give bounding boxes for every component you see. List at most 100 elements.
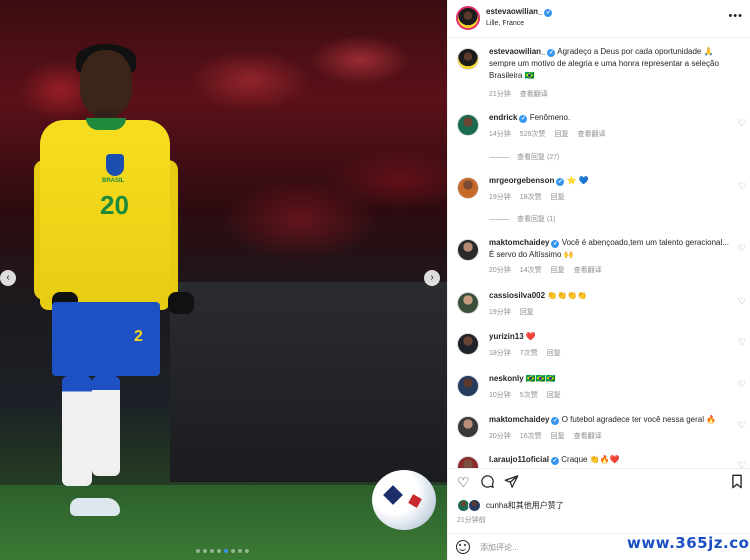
commenter-username[interactable]: cassiosilva002 bbox=[489, 291, 545, 300]
comment-time: 20分钟 bbox=[489, 267, 511, 274]
player-right-glove bbox=[168, 292, 194, 314]
view-replies-button[interactable]: 查看回复 (27) bbox=[489, 152, 559, 162]
commenter-username[interactable]: neskonly bbox=[489, 374, 524, 383]
commenter-avatar[interactable] bbox=[457, 456, 479, 468]
owner-avatar[interactable] bbox=[456, 6, 480, 30]
reply-button[interactable]: 回复 bbox=[547, 350, 561, 357]
carousel-dot bbox=[196, 549, 200, 553]
comment-meta: 18分钟 7次赞 回复 bbox=[489, 348, 570, 358]
verified-badge-icon: ✓ bbox=[551, 240, 560, 248]
comment-bubble-icon[interactable] bbox=[480, 474, 495, 492]
comment-text-block: neskonly 🇧🇷🇧🇷🇧🇷 bbox=[489, 373, 729, 385]
heart-icon[interactable]: ♡ bbox=[738, 118, 746, 129]
player-shorts bbox=[52, 302, 160, 376]
chevron-left-icon[interactable]: ‹ bbox=[0, 270, 16, 286]
commenter-username[interactable]: endrick bbox=[489, 113, 517, 122]
shirt-brand-text: BRASIL bbox=[102, 178, 125, 184]
commenter-username[interactable]: maktomchaidey bbox=[489, 415, 549, 424]
reply-button[interactable]: 回复 bbox=[520, 309, 534, 316]
carousel-dot bbox=[245, 549, 249, 553]
commenter-avatar[interactable] bbox=[457, 375, 479, 397]
shirt-number: 20 bbox=[100, 190, 129, 220]
comment-likes[interactable]: 18次赞 bbox=[520, 194, 542, 201]
post-timestamp: 21分钟前 bbox=[457, 517, 486, 524]
verified-badge-icon: ✓ bbox=[556, 178, 565, 186]
commenter-avatar[interactable] bbox=[457, 177, 479, 199]
comment-meta: 19分钟 18次赞 回复 bbox=[489, 192, 574, 202]
likes-text[interactable]: cunha和其他用户赞了 bbox=[486, 500, 564, 511]
comment-text-block: yurizin13 ❤️ bbox=[489, 331, 729, 343]
post-header: estevaowilian_ ✓ Lille, France ••• bbox=[448, 0, 750, 38]
post-photo[interactable]: BRASIL 20 2 ‹ › bbox=[0, 0, 447, 560]
owner-username[interactable]: estevaowilian_ ✓ bbox=[486, 7, 553, 17]
heart-icon[interactable]: ♡ bbox=[738, 337, 746, 348]
heart-icon[interactable]: ♡ bbox=[457, 474, 470, 490]
owner-username-text[interactable]: estevaowilian_ bbox=[486, 7, 542, 16]
post-location[interactable]: Lille, France bbox=[486, 20, 524, 27]
carousel-dot bbox=[203, 549, 207, 553]
reply-button[interactable]: 回复 bbox=[551, 267, 565, 274]
comment-likes[interactable]: 7次赞 bbox=[520, 350, 538, 357]
carousel-dot bbox=[224, 549, 228, 553]
heart-icon[interactable]: ♡ bbox=[738, 243, 746, 254]
chevron-right-icon[interactable]: › bbox=[424, 270, 440, 286]
comment-text: O futebol agradece ter você nessa geral … bbox=[561, 415, 717, 424]
carousel-indicator bbox=[196, 549, 249, 553]
commenter-username[interactable]: maktomchaidey bbox=[489, 238, 549, 247]
commenter-username[interactable]: yurizin13 bbox=[489, 332, 524, 341]
caption-meta: 21分钟 查看翻译 bbox=[489, 89, 557, 99]
reply-button[interactable]: 回复 bbox=[551, 433, 565, 440]
comment-meta: 10分钟 5次赞 回复 bbox=[489, 390, 570, 400]
stadium-background bbox=[170, 282, 447, 482]
comment-likes[interactable]: 529次赞 bbox=[520, 131, 546, 138]
commenter-avatar[interactable] bbox=[457, 333, 479, 355]
heart-icon[interactable]: ♡ bbox=[738, 420, 746, 431]
reply-button[interactable]: 回复 bbox=[554, 131, 568, 138]
site-watermark: www.365jz.com bbox=[627, 534, 750, 552]
paper-plane-icon[interactable] bbox=[504, 474, 519, 492]
comment-text-block: endrick ✓ Fenômeno. bbox=[489, 112, 729, 124]
commenter-avatar[interactable] bbox=[457, 292, 479, 314]
heart-icon[interactable]: ♡ bbox=[738, 181, 746, 192]
shirt-collar bbox=[86, 118, 126, 130]
heart-icon[interactable]: ♡ bbox=[738, 379, 746, 390]
more-horizontal-icon[interactable]: ••• bbox=[728, 10, 743, 22]
translate-link[interactable]: 查看翻译 bbox=[574, 433, 602, 440]
caption-username[interactable]: estevaowilian_ bbox=[489, 47, 545, 56]
comment-likes[interactable]: 5次赞 bbox=[520, 392, 538, 399]
player-figure: BRASIL 20 2 bbox=[30, 40, 194, 520]
commenter-avatar[interactable] bbox=[457, 239, 479, 261]
reply-button[interactable]: 回复 bbox=[547, 392, 561, 399]
likes-summary[interactable]: cunha和其他用户赞了 bbox=[448, 496, 750, 516]
player-left-sock bbox=[62, 376, 92, 486]
bookmark-icon[interactable] bbox=[731, 474, 743, 492]
player-right-sock bbox=[92, 376, 120, 476]
commenter-avatar[interactable] bbox=[457, 114, 479, 136]
comment-time: 19分钟 bbox=[489, 309, 511, 316]
heart-icon[interactable]: ♡ bbox=[738, 460, 746, 468]
comments-list[interactable]: estevaowilian_ ✓ Agradeço a Deus por cada… bbox=[448, 40, 750, 468]
commenter-username[interactable]: mrgeorgebenson bbox=[489, 176, 554, 185]
comment-likes[interactable]: 16次赞 bbox=[520, 433, 542, 440]
comment-text-block: maktomchaidey ✓ Você é abençoado,tem um t… bbox=[489, 237, 729, 261]
comment-time: 10分钟 bbox=[489, 392, 511, 399]
translate-link[interactable]: 查看翻译 bbox=[574, 267, 602, 274]
comment-meta: 14分钟 529次赞 回复 查看翻译 bbox=[489, 129, 614, 139]
caption-avatar[interactable] bbox=[457, 48, 479, 70]
smiley-icon[interactable] bbox=[456, 540, 470, 554]
reply-button[interactable]: 回复 bbox=[551, 194, 565, 201]
translate-link[interactable]: 查看翻译 bbox=[577, 131, 605, 138]
caption-translate-link[interactable]: 查看翻译 bbox=[520, 91, 548, 98]
commenter-avatar[interactable] bbox=[457, 416, 479, 438]
commenter-username[interactable]: l.araujo11oficial bbox=[489, 455, 549, 464]
comment-text-block: cassiosilva002 👏👏👏👏 bbox=[489, 290, 729, 302]
verified-badge-icon: ✓ bbox=[551, 417, 560, 425]
heart-icon[interactable]: ♡ bbox=[738, 296, 746, 307]
comment-text: 🇧🇷🇧🇷🇧🇷 bbox=[525, 374, 556, 383]
comment-meta: 19分钟 回复 bbox=[489, 307, 543, 317]
view-replies-button[interactable]: 查看回复 (1) bbox=[489, 214, 556, 224]
comment-likes[interactable]: 14次赞 bbox=[520, 267, 542, 274]
comment-time: 14分钟 bbox=[489, 131, 511, 138]
caption-text-block: estevaowilian_ ✓ Agradeço a Deus por cada… bbox=[489, 46, 729, 82]
comment-text: Craque 👏🔥❤️ bbox=[561, 455, 620, 464]
